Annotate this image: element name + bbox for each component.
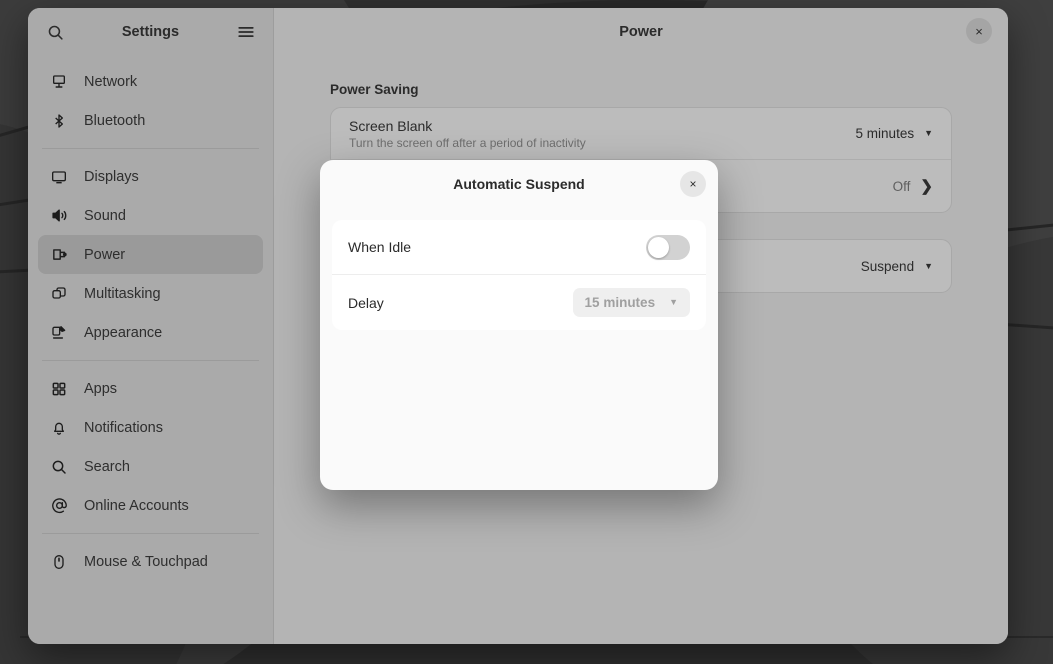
sidebar-divider	[42, 360, 259, 361]
mouse-icon	[50, 553, 68, 571]
sidebar-item-mouse-touchpad[interactable]: Mouse & Touchpad	[38, 542, 263, 581]
bluetooth-icon	[50, 112, 68, 130]
section-heading-power-saving: Power Saving	[330, 82, 419, 97]
apps-icon	[50, 380, 68, 398]
chevron-right-icon: ❯	[920, 178, 933, 195]
sidebar-item-label: Notifications	[84, 419, 163, 436]
close-window-button[interactable]: ×	[966, 18, 992, 44]
sidebar-item-power[interactable]: Power	[38, 235, 263, 274]
power-button-dropdown[interactable]: Suspend ▼	[861, 259, 933, 274]
dialog-settings-card: When Idle Delay 15 minutes ▼	[332, 220, 706, 330]
sidebar-item-label: Network	[84, 73, 138, 90]
sidebar-item-appearance[interactable]: Appearance	[38, 313, 263, 352]
row-value-text: Off	[892, 178, 911, 194]
sound-icon	[50, 207, 68, 225]
sidebar-item-label: Apps	[84, 380, 118, 397]
at-sign-icon	[50, 497, 68, 515]
screen-blank-dropdown[interactable]: 5 minutes ▼	[856, 126, 933, 141]
sidebar-item-bluetooth[interactable]: Bluetooth	[38, 101, 263, 140]
appearance-icon	[50, 324, 68, 342]
row-delay: Delay 15 minutes ▼	[332, 275, 706, 330]
sidebar-item-search[interactable]: Search	[38, 447, 263, 486]
row-text: Screen Blank Turn the screen off after a…	[349, 118, 856, 150]
sidebar-item-label: Appearance	[84, 324, 163, 341]
sidebar-item-label: Multitasking	[84, 285, 161, 302]
when-idle-label: When Idle	[348, 239, 412, 255]
sidebar-divider	[42, 533, 259, 534]
network-icon	[50, 73, 68, 91]
dialog-title: Automatic Suspend	[453, 176, 585, 192]
bell-icon	[50, 419, 68, 437]
dialog-close-button[interactable]: ×	[680, 171, 706, 197]
sidebar: Settings Network Bluetooth Displays Soun…	[28, 8, 274, 644]
sidebar-item-apps[interactable]: Apps	[38, 369, 263, 408]
chevron-down-icon: ▼	[924, 128, 933, 138]
delay-dropdown[interactable]: 15 minutes ▼	[572, 288, 690, 317]
multitasking-icon	[50, 285, 68, 303]
delay-label: Delay	[348, 294, 384, 311]
sidebar-item-label: Displays	[84, 168, 139, 185]
row-screen-blank[interactable]: Screen Blank Turn the screen off after a…	[331, 108, 951, 160]
sidebar-nav-list: Network Bluetooth Displays Sound Power M…	[28, 56, 273, 644]
sidebar-item-network[interactable]: Network	[38, 62, 263, 101]
dropdown-value: Suspend	[860, 258, 915, 274]
search-icon[interactable]	[42, 19, 68, 45]
sidebar-item-label: Sound	[84, 207, 126, 224]
sidebar-item-label: Bluetooth	[84, 112, 146, 129]
sidebar-title: Settings	[121, 24, 180, 40]
power-icon	[50, 246, 68, 264]
chevron-down-icon: ▼	[669, 297, 678, 307]
display-icon	[50, 168, 68, 186]
search-icon	[50, 458, 68, 476]
row-when-idle: When Idle	[332, 220, 706, 275]
sidebar-item-label: Online Accounts	[84, 497, 189, 514]
automatic-suspend-dialog: Automatic Suspend × When Idle Delay 15 m…	[320, 160, 718, 490]
sidebar-item-label: Power	[84, 246, 126, 263]
sidebar-header: Settings	[28, 8, 273, 56]
automatic-suspend-value[interactable]: Off ❯	[893, 177, 933, 195]
sidebar-item-label: Search	[84, 458, 130, 475]
chevron-down-icon: ▼	[924, 260, 933, 271]
row-subtitle: Turn the screen off after a period of in…	[349, 135, 586, 150]
sidebar-divider	[42, 148, 259, 149]
dropdown-value: 15 minutes	[584, 295, 656, 310]
toggle-knob	[648, 236, 669, 258]
when-idle-toggle[interactable]	[646, 234, 690, 260]
sidebar-item-multitasking[interactable]: Multitasking	[38, 274, 263, 313]
sidebar-item-label: Mouse & Touchpad	[84, 553, 208, 570]
dropdown-value: 5 minutes	[855, 126, 915, 141]
page-title: Power	[619, 24, 663, 40]
dialog-header: Automatic Suspend ×	[320, 160, 718, 208]
sidebar-item-notifications[interactable]: Notifications	[38, 408, 263, 447]
row-title: Screen Blank	[349, 117, 433, 134]
sidebar-item-sound[interactable]: Sound	[38, 196, 263, 235]
dialog-body: When Idle Delay 15 minutes ▼	[320, 208, 718, 330]
hamburger-menu-icon[interactable]	[233, 19, 259, 45]
content-header: Power ×	[274, 8, 1008, 56]
sidebar-item-displays[interactable]: Displays	[38, 157, 263, 196]
sidebar-item-online-accounts[interactable]: Online Accounts	[38, 486, 263, 525]
